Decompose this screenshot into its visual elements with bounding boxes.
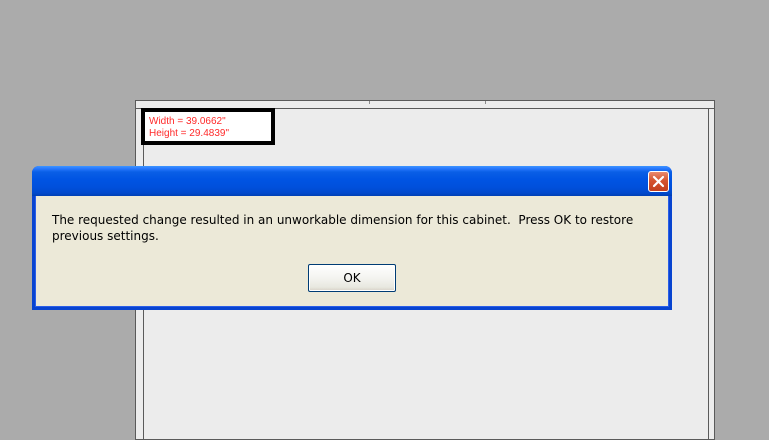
cabinet-tick-mark: [485, 101, 486, 104]
error-dialog: The requested change resulted in an unwo…: [32, 166, 672, 310]
ok-button[interactable]: OK: [308, 264, 396, 292]
dialog-titlebar[interactable]: [32, 166, 672, 196]
cabinet-right-edge: [708, 108, 709, 439]
close-icon: [652, 175, 665, 188]
dimension-readout: Width = 39.0662" Height = 29.4839": [141, 108, 275, 145]
close-button[interactable]: [648, 171, 669, 192]
dialog-message: The requested change resulted in an unwo…: [52, 213, 638, 243]
cabinet-tick-mark: [369, 101, 370, 104]
height-readout: Height = 29.4839": [149, 128, 229, 139]
width-readout: Width = 39.0662": [149, 116, 226, 127]
